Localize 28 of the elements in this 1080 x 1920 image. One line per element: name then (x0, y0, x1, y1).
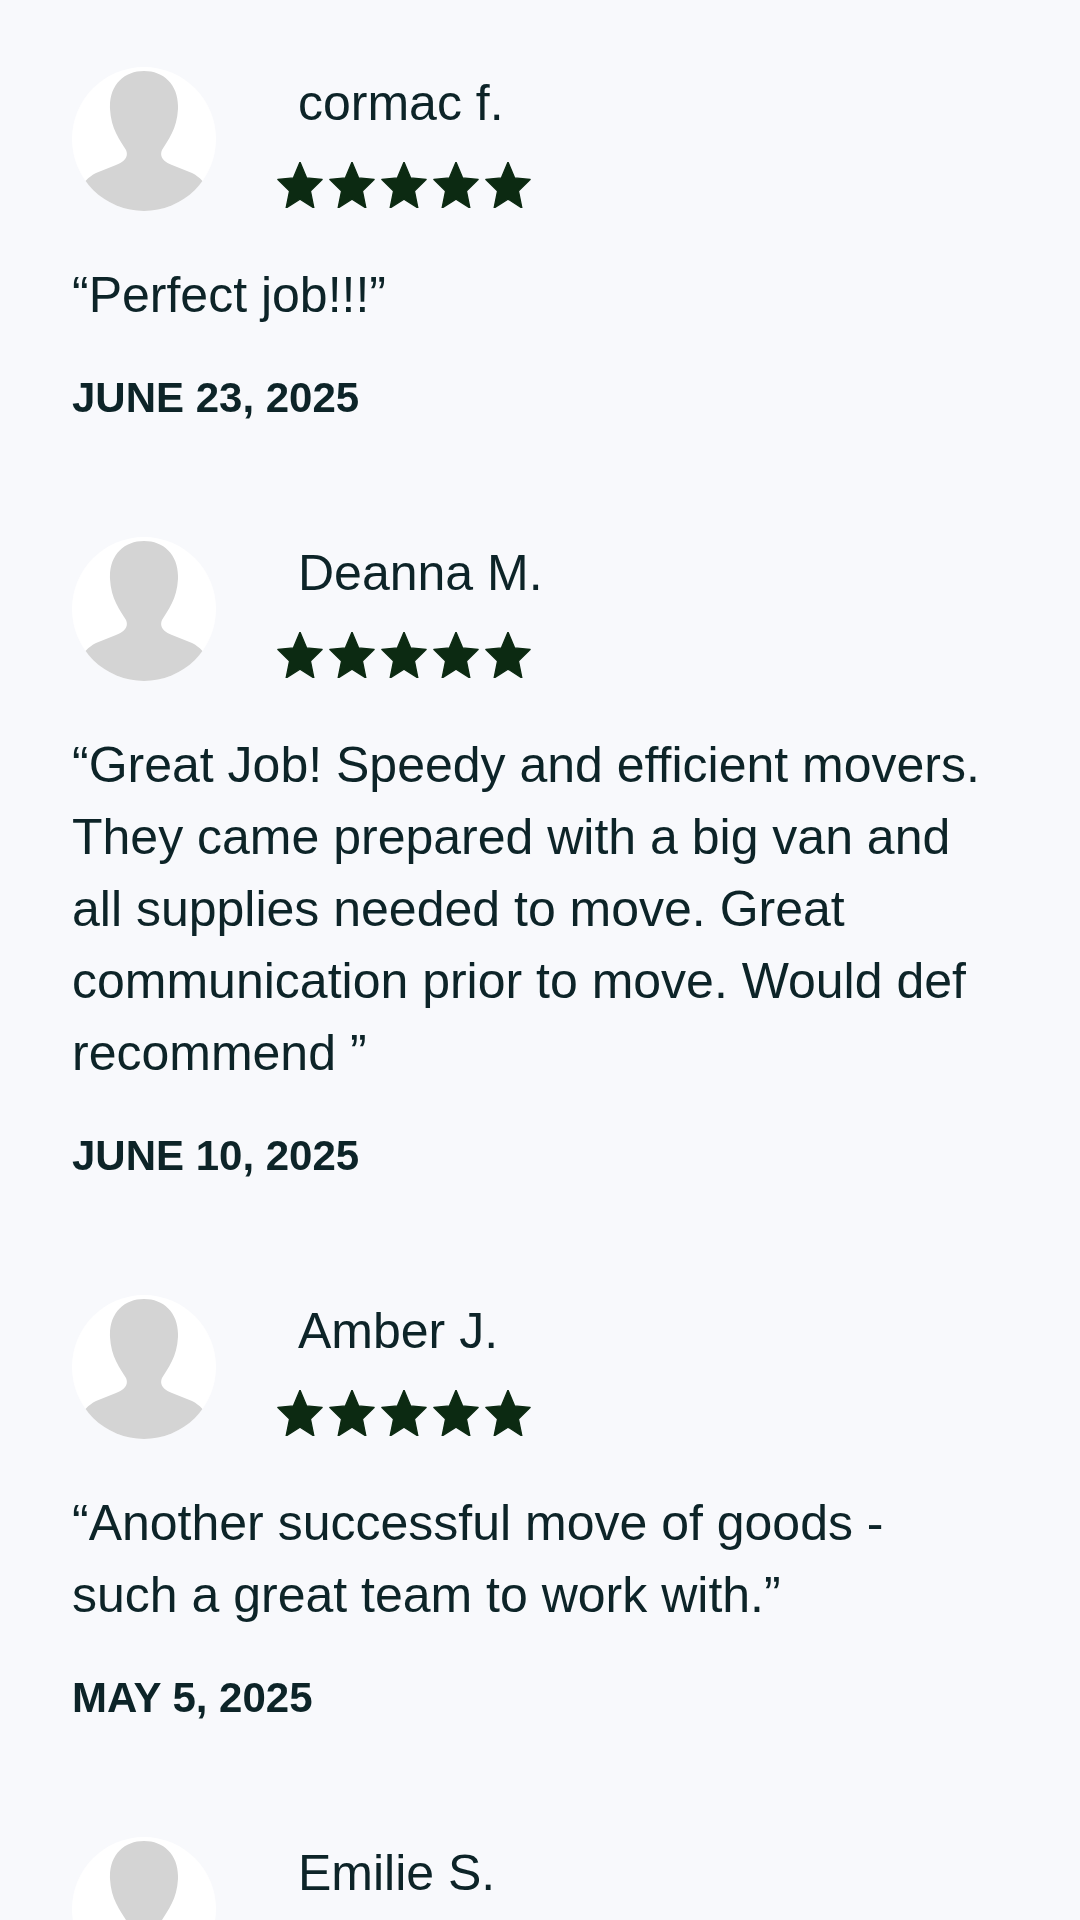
star-icon (329, 162, 375, 208)
star-icon (329, 632, 375, 678)
star-icon (433, 162, 479, 208)
star-icon (485, 1390, 531, 1436)
reviewer-name: Emilie S. (298, 1844, 496, 1903)
reviewer-name: Deanna M. (298, 544, 543, 603)
star-icon (277, 632, 323, 678)
review-text: “Perfect job!!!” (72, 266, 387, 325)
avatar-icon (72, 1295, 216, 1439)
star-icon (485, 632, 531, 678)
review-date: MAY 5, 2025 (72, 1674, 313, 1722)
avatar-icon (72, 67, 216, 211)
review-text: “Another successful move of goods - such a great team to work with.” (72, 1494, 885, 1625)
star-icon (381, 1390, 427, 1436)
review-date: JUNE 23, 2025 (72, 374, 360, 422)
reviewer-name: Amber J. (298, 1302, 500, 1361)
star-icon (277, 162, 323, 208)
star-icon (277, 1390, 323, 1436)
reviewer-name: cormac f. (298, 74, 505, 133)
star-icon (433, 632, 479, 678)
star-icon (485, 162, 531, 208)
star-icon (381, 162, 427, 208)
review-text: “Great Job! Speedy and efficient movers. They came prepared with a big van and all supplies needed to move. Great communication prior to move. Would def recommend ” (72, 736, 981, 1083)
avatar-icon (72, 537, 216, 681)
star-icon (329, 1390, 375, 1436)
star-icon (381, 632, 427, 678)
review-date: JUNE 10, 2025 (72, 1132, 360, 1180)
star-icon (433, 1390, 479, 1436)
